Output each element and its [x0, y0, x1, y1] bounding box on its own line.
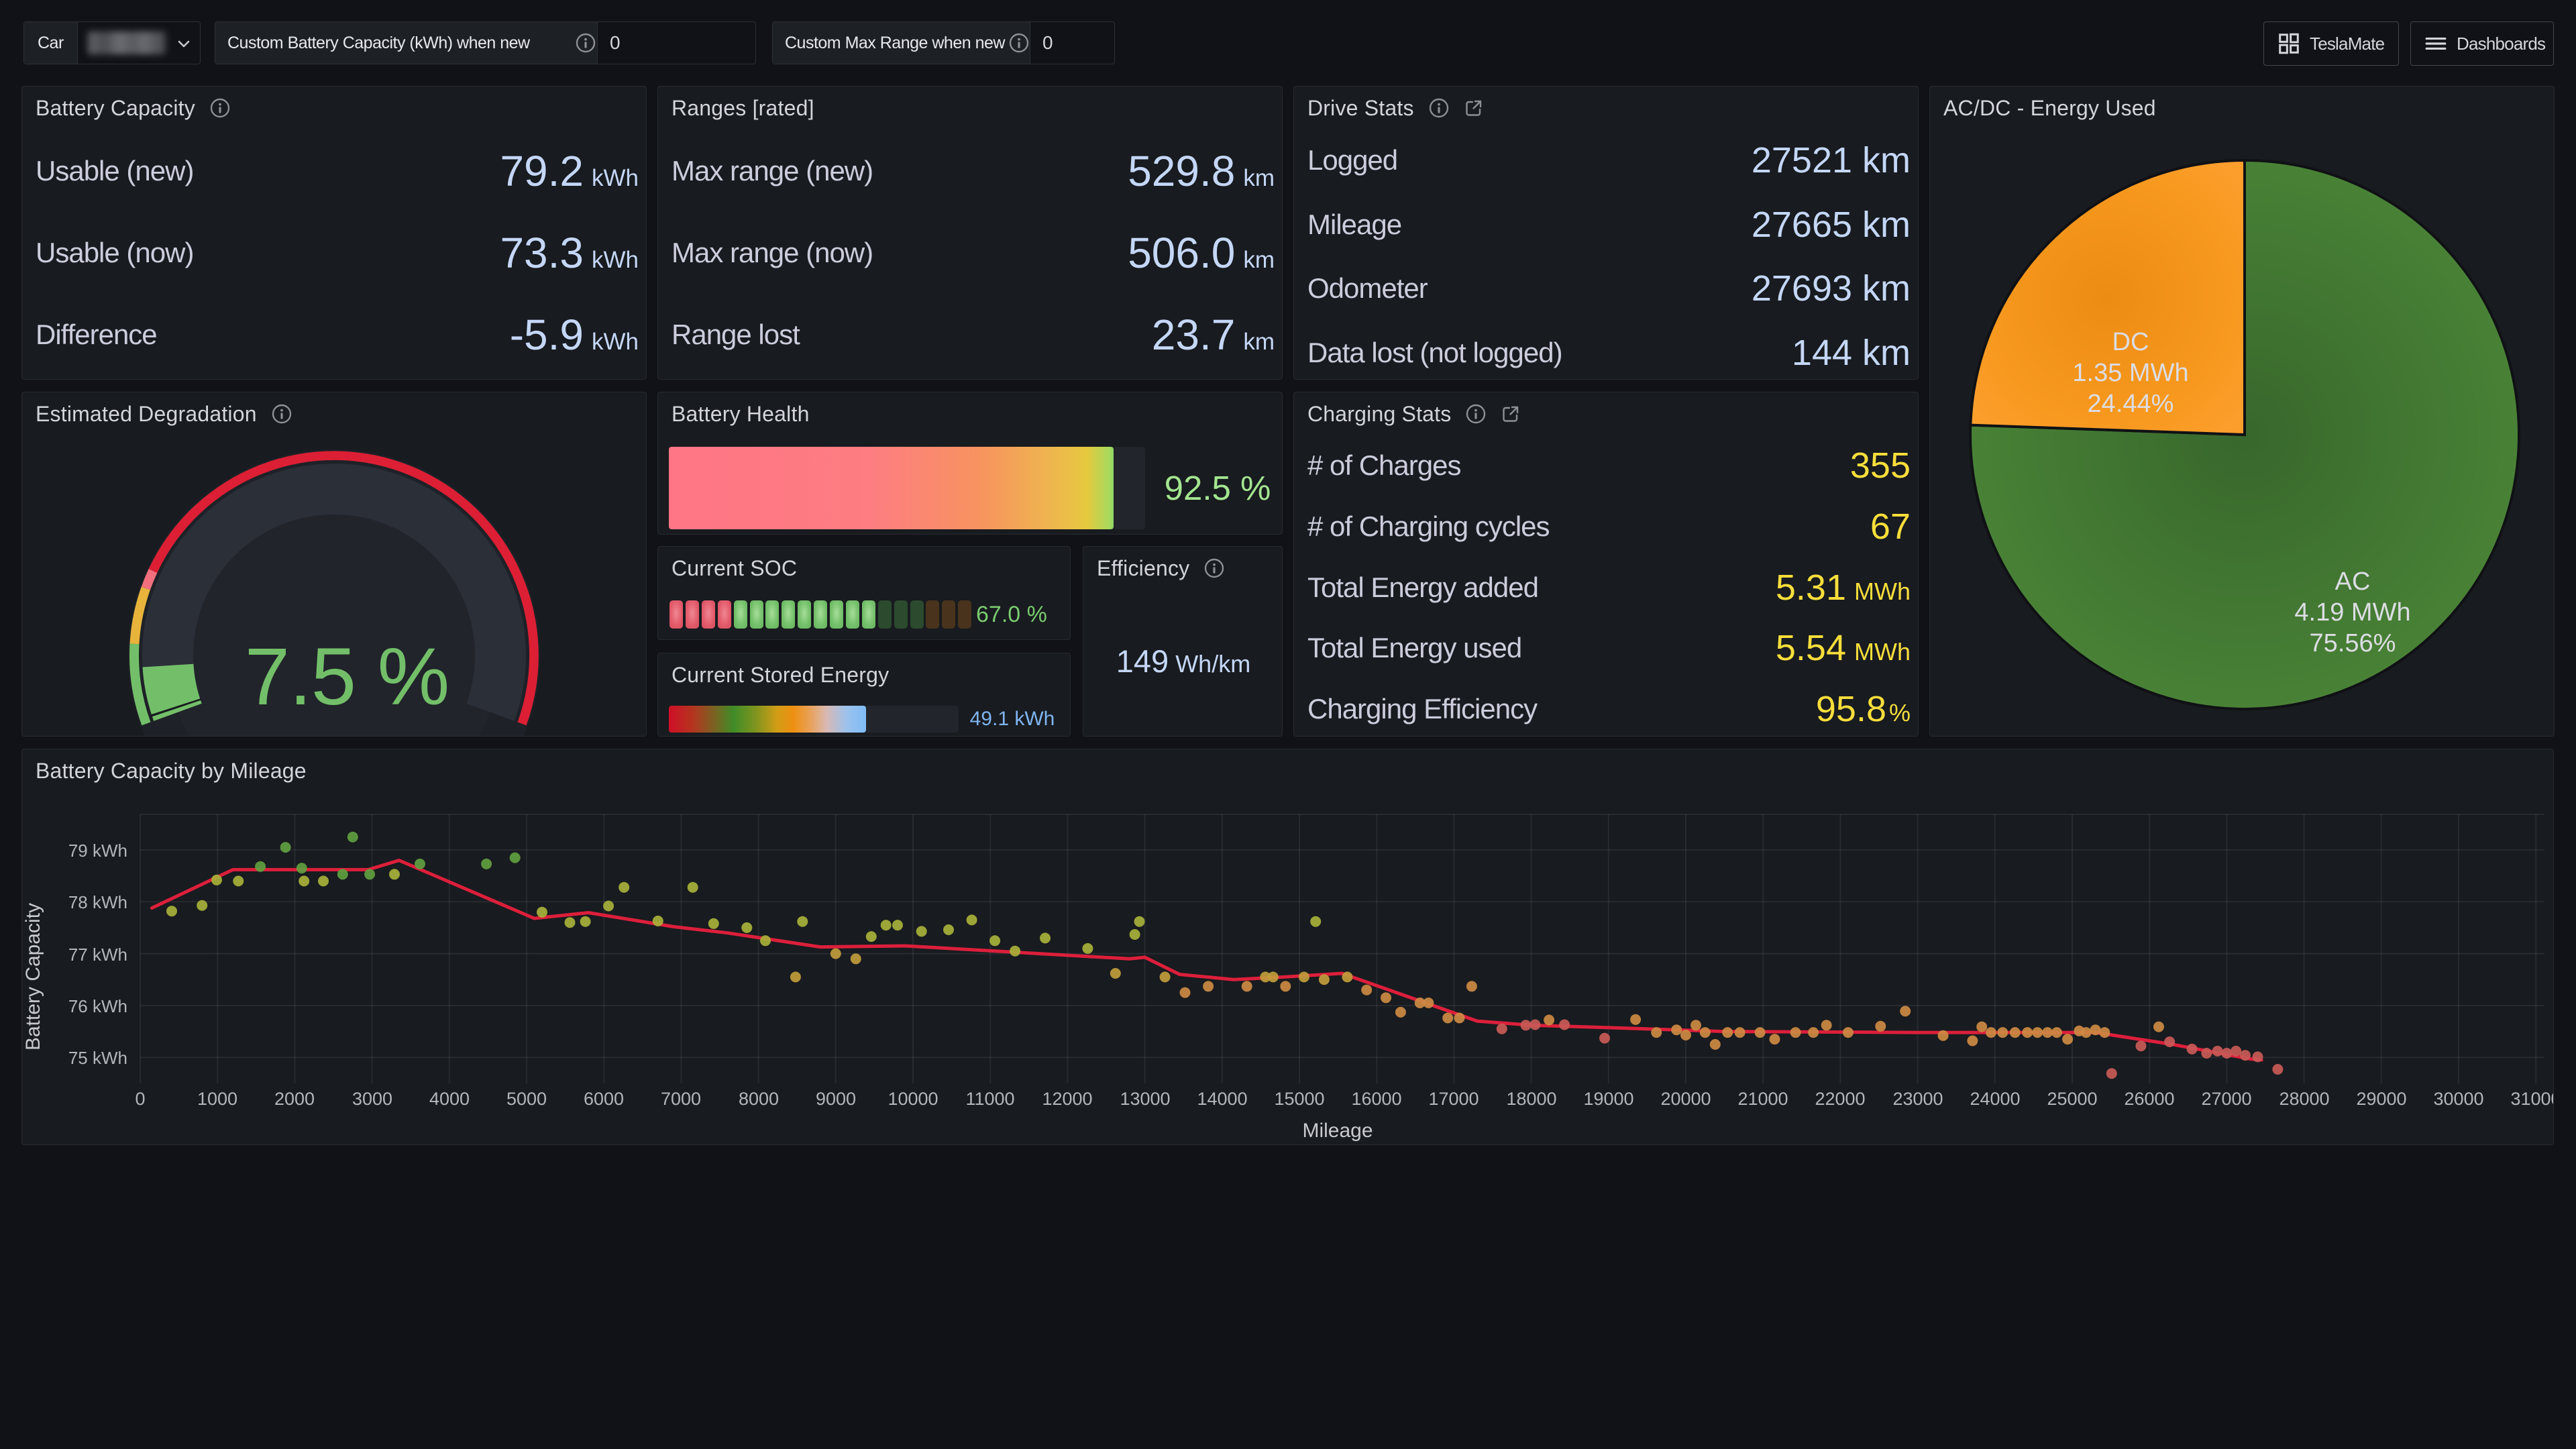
svg-text:31000: 31000	[2510, 1089, 2554, 1109]
svg-text:12000: 12000	[1042, 1089, 1092, 1109]
svg-text:21000: 21000	[1737, 1089, 1788, 1109]
svg-text:15000: 15000	[1274, 1089, 1324, 1109]
svg-text:16000: 16000	[1351, 1089, 1401, 1109]
svg-text:AC: AC	[2335, 568, 2371, 596]
svg-text:19000: 19000	[1583, 1089, 1633, 1109]
svg-text:24.44%: 24.44%	[2088, 390, 2174, 418]
svg-text:13000: 13000	[1120, 1089, 1170, 1109]
svg-text:78 kWh: 78 kWh	[68, 892, 127, 912]
svg-text:1.35 MWh: 1.35 MWh	[2072, 359, 2188, 387]
svg-text:30000: 30000	[2433, 1089, 2483, 1109]
svg-text:DC: DC	[2112, 328, 2149, 356]
svg-text:79 kWh: 79 kWh	[68, 841, 127, 861]
svg-text:4.19 MWh: 4.19 MWh	[2294, 598, 2410, 627]
svg-text:20000: 20000	[1660, 1089, 1711, 1109]
svg-text:18000: 18000	[1506, 1089, 1556, 1109]
svg-text:10000: 10000	[888, 1089, 938, 1109]
svg-text:75 kWh: 75 kWh	[68, 1048, 127, 1068]
svg-text:11000: 11000	[965, 1089, 1014, 1109]
svg-text:23000: 23000	[1892, 1089, 1943, 1109]
svg-text:28000: 28000	[2279, 1089, 2329, 1109]
svg-text:77 kWh: 77 kWh	[68, 945, 127, 965]
svg-text:76 kWh: 76 kWh	[68, 996, 127, 1016]
svg-text:29000: 29000	[2356, 1089, 2406, 1109]
svg-text:75.56%: 75.56%	[2310, 629, 2396, 657]
svg-text:25000: 25000	[2047, 1089, 2097, 1109]
svg-text:Mileage: Mileage	[1302, 1120, 1373, 1142]
svg-text:27000: 27000	[2201, 1089, 2251, 1109]
svg-text:Battery Capacity: Battery Capacity	[22, 903, 44, 1051]
svg-text:26000: 26000	[2124, 1089, 2174, 1109]
svg-text:24000: 24000	[1970, 1089, 2020, 1109]
svg-text:7000: 7000	[661, 1089, 701, 1109]
svg-text:22000: 22000	[1815, 1089, 1865, 1109]
svg-text:3000: 3000	[352, 1089, 392, 1109]
svg-text:9000: 9000	[816, 1089, 856, 1109]
svg-text:8000: 8000	[739, 1089, 779, 1109]
svg-text:0: 0	[135, 1089, 145, 1109]
svg-text:2000: 2000	[274, 1089, 315, 1109]
svg-text:14000: 14000	[1197, 1089, 1247, 1109]
svg-text:17000: 17000	[1428, 1089, 1479, 1109]
svg-text:4000: 4000	[429, 1089, 470, 1109]
svg-text:5000: 5000	[506, 1089, 547, 1109]
svg-text:6000: 6000	[584, 1089, 624, 1109]
svg-text:1000: 1000	[197, 1089, 237, 1109]
